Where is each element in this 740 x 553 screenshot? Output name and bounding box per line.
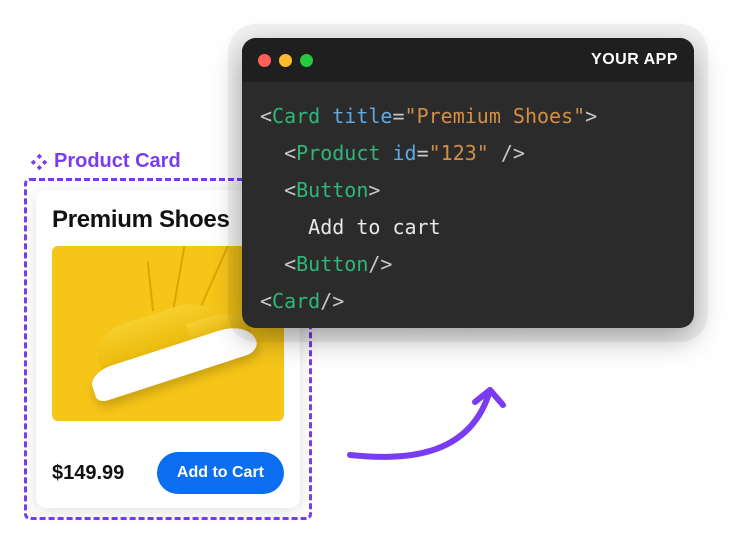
code-line-6: <Card/> <box>260 289 344 313</box>
component-diamond-icon <box>30 153 48 171</box>
code-line-5: <Button/> <box>260 252 392 276</box>
code-line-1: <Card title="Premium Shoes"> <box>260 104 597 128</box>
product-footer: $149.99 Add to Cart <box>52 438 284 494</box>
add-to-cart-button[interactable]: Add to Cart <box>157 452 284 494</box>
arrow-icon <box>340 360 540 490</box>
sneaker-illustration <box>76 284 259 403</box>
code-body: <Card title="Premium Shoes"> <Product id… <box>242 82 694 328</box>
app-label: YOUR APP <box>591 51 678 69</box>
component-annotation-label: Product Card <box>54 150 181 173</box>
code-line-3: <Button> <box>260 178 380 202</box>
zoom-icon[interactable] <box>300 54 313 67</box>
product-price: $149.99 <box>52 462 124 485</box>
code-titlebar: YOUR APP <box>242 38 694 82</box>
close-icon[interactable] <box>258 54 271 67</box>
code-line-2: <Product id="123" /> <box>260 141 525 165</box>
code-window: YOUR APP <Card title="Premium Shoes"> <P… <box>242 38 694 328</box>
component-annotation: Product Card <box>30 150 181 173</box>
window-controls <box>258 54 313 67</box>
minimize-icon[interactable] <box>279 54 292 67</box>
code-line-4: Add to cart <box>260 215 441 239</box>
